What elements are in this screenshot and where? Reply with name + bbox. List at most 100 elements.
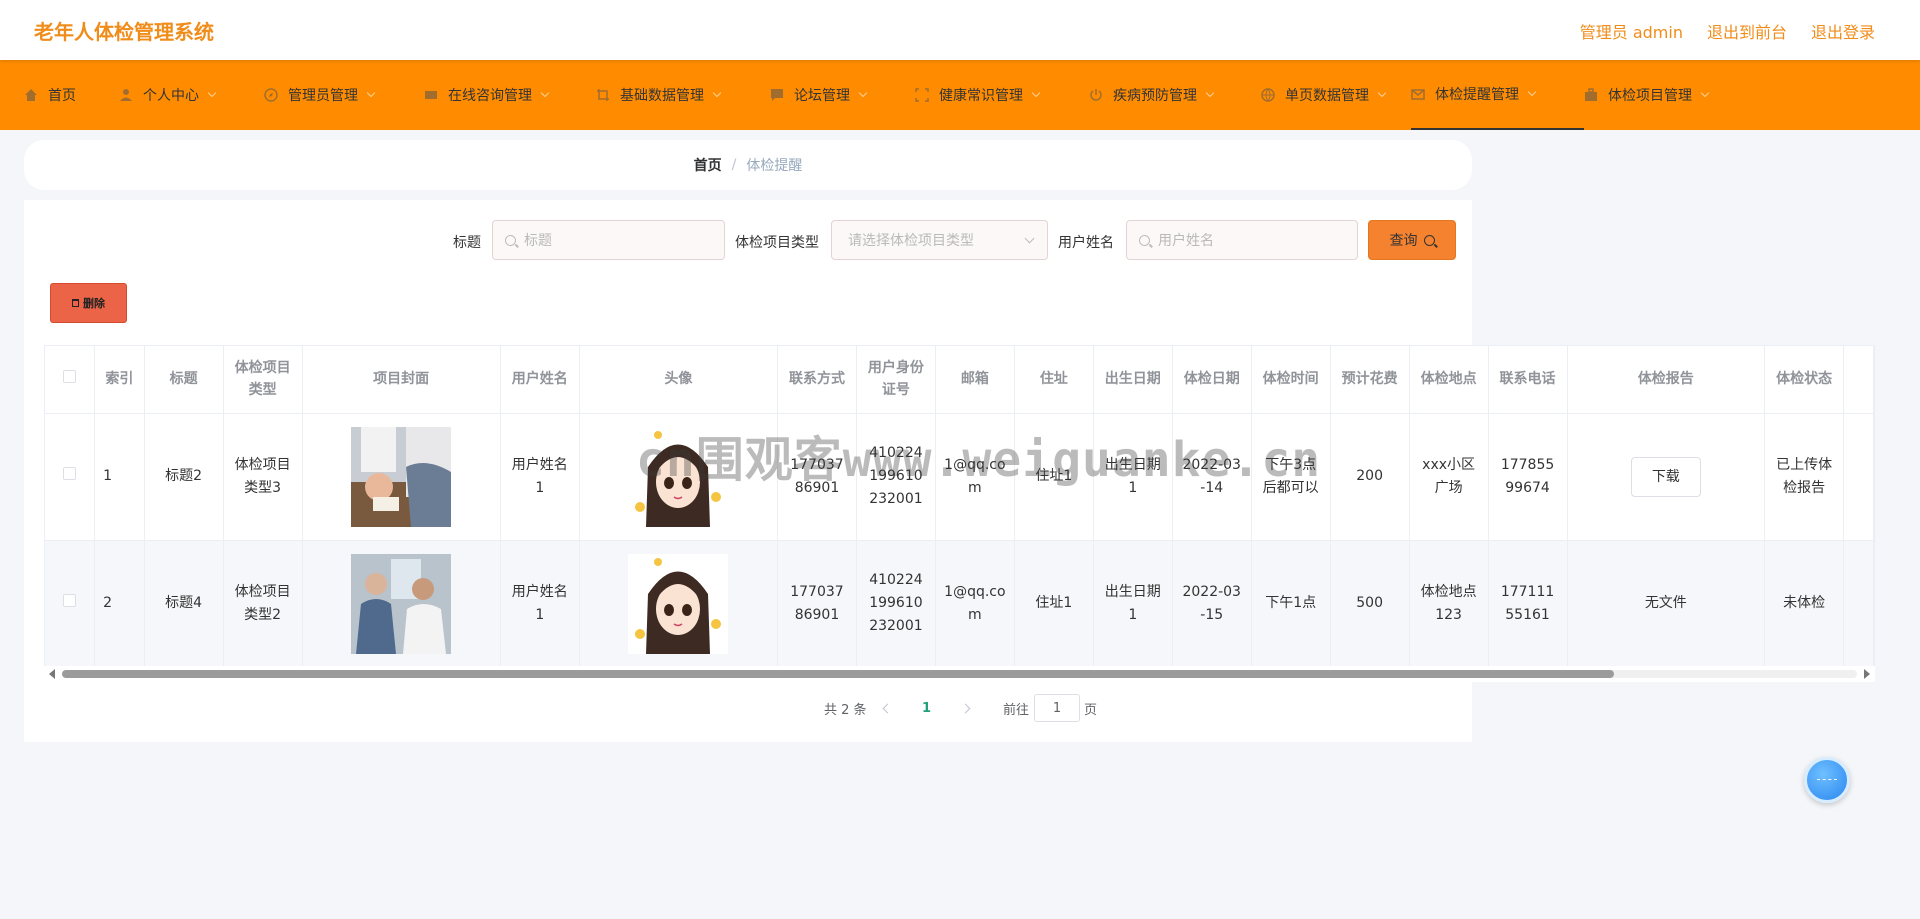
cell-cost: 500	[1330, 540, 1410, 668]
chevron-down-icon	[366, 88, 376, 98]
top-links: 管理员 admin 退出到前台 退出登录	[1580, 19, 1875, 43]
select-all-checkbox[interactable]	[63, 370, 77, 384]
chevron-down-icon	[540, 88, 550, 98]
crop-icon	[596, 88, 610, 102]
nav-label: 管理员管理	[288, 88, 358, 104]
nav-item-admin-management[interactable]: 管理员管理	[264, 60, 424, 130]
cell-cover	[302, 413, 501, 541]
goto-page-input[interactable]: 1	[1034, 694, 1080, 722]
scroll-left-icon[interactable]	[49, 669, 55, 679]
table-row: 2 标题4 体检项目类型2 用户姓名1 17703786901 41022419…	[45, 540, 1874, 668]
delete-label: 删除	[83, 297, 105, 310]
cell-birth-date: 出生日期1	[1093, 540, 1173, 668]
column-header: 体检时间	[1251, 346, 1331, 414]
row-checkbox[interactable]	[63, 467, 77, 480]
column-header: 体检地点	[1409, 346, 1489, 414]
floating-chat-button[interactable]	[1804, 757, 1850, 803]
table-header-row: 索引 标题 体检项目类型 项目封面 用户姓名 头像 联系方式 用户身份证号 邮箱…	[45, 346, 1874, 414]
row-select-cell	[45, 413, 96, 541]
select-all-cell	[45, 346, 96, 414]
download-report-button[interactable]: 下载	[1630, 456, 1701, 497]
cell-id-card: 410224199610232001	[856, 540, 936, 668]
admin-user-link[interactable]: 管理员 admin	[1580, 19, 1683, 43]
cell-tel: 17711155161	[1488, 540, 1568, 668]
cell-exam-date: 2022-03-15	[1172, 540, 1252, 668]
column-header: 用户姓名	[500, 346, 580, 414]
nav-item-basic-data[interactable]: 基础数据管理	[596, 60, 770, 130]
exam-type-select[interactable]: 请选择体检项目类型	[831, 220, 1048, 260]
user-name-label: 用户姓名	[1058, 235, 1114, 251]
breadcrumb-home[interactable]: 首页	[694, 155, 722, 175]
power-icon	[1089, 88, 1103, 102]
nav-label: 论坛管理	[794, 88, 850, 104]
chevron-down-icon	[1377, 88, 1387, 98]
page-number-current[interactable]: 1	[922, 694, 931, 722]
goto-label: 前往	[1003, 702, 1030, 718]
cover-image	[351, 426, 452, 527]
cell-type: 体检项目类型3	[223, 413, 303, 541]
nav-item-home[interactable]: 首页	[24, 60, 119, 130]
cell-report: 无文件	[1567, 540, 1766, 668]
data-table: 索引 标题 体检项目类型 项目封面 用户姓名 头像 联系方式 用户身份证号 邮箱…	[44, 345, 1875, 682]
cell-cover	[302, 540, 501, 668]
column-header: 体检日期	[1172, 346, 1252, 414]
main-nav: 首页 个人中心 管理员管理 在线咨询管理 基础数据管理 论坛管理 健康常识管理 …	[0, 60, 1920, 130]
user-icon	[119, 88, 133, 102]
delete-button[interactable]: 删除	[50, 283, 127, 323]
nav-label: 疾病预防管理	[1113, 88, 1197, 104]
nav-item-personal-center[interactable]: 个人中心	[119, 60, 264, 130]
column-header: 标题	[144, 346, 224, 414]
pagination-total: 共 2 条	[824, 702, 867, 718]
search-icon	[1139, 234, 1150, 246]
chevron-down-icon	[1031, 88, 1041, 98]
cell-index: 1	[94, 413, 145, 541]
cell-title: 标题2	[144, 413, 224, 541]
nav-item-health-knowledge[interactable]: 健康常识管理	[915, 60, 1089, 130]
nav-item-forum[interactable]: 论坛管理	[770, 60, 915, 130]
chevron-down-icon	[1527, 87, 1537, 97]
dash-icon	[1817, 779, 1837, 781]
exam-type-placeholder: 请选择体检项目类型	[848, 233, 974, 249]
user-name-search-input[interactable]: 用户姓名	[1126, 220, 1358, 260]
cell-tel: 17785599674	[1488, 413, 1568, 541]
logout-link[interactable]: 退出登录	[1811, 19, 1875, 43]
trash-icon	[72, 299, 79, 307]
title-search-input[interactable]: 标题	[492, 220, 725, 260]
breadcrumb-current: 体检提醒	[746, 158, 803, 174]
cell-user-name: 用户姓名1	[500, 413, 580, 541]
search-form: 标题 标题 体检项目类型 请选择体检项目类型 用户姓名 用户姓名 查询	[0, 220, 1920, 260]
nav-item-exam-project[interactable]: 体检项目管理	[1584, 60, 1744, 130]
mail-icon	[1411, 87, 1425, 101]
cell-title: 标题4	[144, 540, 224, 668]
cell-avatar	[579, 540, 778, 668]
column-header: 索引	[94, 346, 145, 414]
search-icon	[505, 234, 516, 246]
table-horizontal-scrollbar[interactable]	[44, 666, 1875, 682]
cell-address: 住址1	[1014, 540, 1094, 668]
compass-icon	[264, 88, 278, 102]
cell-exam-time: 下午1点	[1251, 540, 1331, 668]
scroll-right-icon[interactable]	[1864, 669, 1870, 679]
cell-status: 已上传体检报告	[1764, 413, 1845, 541]
query-button[interactable]: 查询	[1368, 220, 1456, 260]
nav-item-online-consult[interactable]: 在线咨询管理	[424, 60, 596, 130]
prev-page-button[interactable]	[881, 694, 893, 722]
breadcrumb-separator: /	[731, 157, 737, 173]
column-header: 邮箱	[935, 346, 1015, 414]
pagination: 共 2 条 1 前往 1 页	[0, 694, 1920, 722]
row-checkbox[interactable]	[63, 594, 77, 607]
cell-cost: 200	[1330, 413, 1410, 541]
nav-item-single-page-data[interactable]: 单页数据管理	[1261, 60, 1411, 130]
scrollbar-thumb[interactable]	[62, 670, 1614, 678]
column-header: 预计花费	[1330, 346, 1410, 414]
watermark: cn围观客www.weiguanke.cn	[636, 432, 1322, 488]
exam-reminder-table: 索引 标题 体检项目类型 项目封面 用户姓名 头像 联系方式 用户身份证号 邮箱…	[45, 346, 1874, 668]
nav-item-exam-reminder[interactable]: 体检提醒管理	[1411, 60, 1584, 130]
back-to-front-link[interactable]: 退出到前台	[1707, 19, 1787, 43]
nav-label: 单页数据管理	[1285, 88, 1369, 104]
next-page-button[interactable]	[959, 694, 971, 722]
cell-status: 未体检	[1764, 540, 1845, 668]
nav-item-disease-prevention[interactable]: 疾病预防管理	[1089, 60, 1261, 130]
column-header: 体检项目类型	[223, 346, 303, 414]
cell-user-name: 用户姓名1	[500, 540, 580, 668]
